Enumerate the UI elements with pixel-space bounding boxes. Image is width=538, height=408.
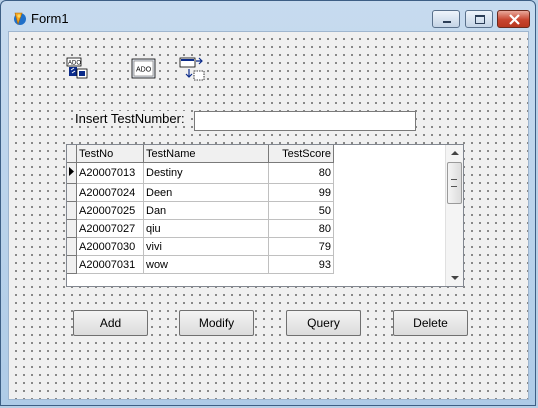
row-indicator — [67, 201, 77, 220]
row-indicator — [67, 255, 77, 274]
ado-connection-icon[interactable]: ADO — [66, 56, 92, 82]
cell-testname[interactable]: qiu — [143, 219, 269, 238]
cell-testscore[interactable]: 50 — [268, 201, 334, 220]
row-indicator — [67, 162, 77, 184]
grid-header-row: TestNo TestName TestScore — [67, 145, 334, 163]
table-row[interactable]: A20007027 qiu 80 — [67, 219, 334, 238]
testnumber-input[interactable] — [194, 111, 416, 131]
table-row[interactable]: A20007030 vivi 79 — [67, 237, 334, 256]
maximize-button[interactable] — [465, 10, 493, 28]
cell-testno[interactable]: A20007030 — [76, 237, 144, 256]
form-client-area: ADO ADO Insert TestNumber: TestNo TestNa… — [8, 31, 529, 400]
insert-testnumber-label: Insert TestNumber: — [73, 111, 187, 126]
ado-table-icon[interactable]: ADO — [131, 56, 157, 82]
title-bar[interactable]: Form1 — [1, 1, 537, 31]
cell-testno[interactable]: A20007031 — [76, 255, 144, 274]
svg-text:ADO: ADO — [136, 67, 152, 74]
delphi-app-icon — [14, 12, 26, 25]
form1-window: Form1 ADO ADO Insert TestNumber: TestNo … — [0, 0, 536, 406]
query-button[interactable]: Query — [286, 310, 361, 336]
cell-testno[interactable]: A20007027 — [76, 219, 144, 238]
cell-testscore[interactable]: 79 — [268, 237, 334, 256]
add-button[interactable]: Add — [73, 310, 148, 336]
cell-testno[interactable]: A20007024 — [76, 183, 144, 202]
column-header-testno[interactable]: TestNo — [76, 145, 144, 163]
table-row[interactable]: A20007024 Deen 99 — [67, 183, 334, 202]
svg-text:ADO: ADO — [68, 61, 81, 67]
scroll-up-arrow-icon[interactable] — [451, 151, 459, 155]
table-row[interactable]: A20007031 wow 93 — [67, 255, 334, 274]
cell-testscore[interactable]: 80 — [268, 219, 334, 238]
row-indicator — [67, 219, 77, 238]
cell-testname[interactable]: Dan — [143, 201, 269, 220]
cell-testscore[interactable]: 99 — [268, 183, 334, 202]
window-title: Form1 — [31, 11, 69, 26]
row-indicator — [67, 183, 77, 202]
close-button[interactable] — [497, 10, 530, 28]
minimize-button[interactable] — [432, 10, 460, 28]
cell-testname[interactable]: Deen — [143, 183, 269, 202]
column-header-testname[interactable]: TestName — [143, 145, 269, 163]
row-indicator — [67, 237, 77, 256]
grid-table: TestNo TestName TestScore A20007013 Dest… — [67, 145, 334, 274]
cell-testname[interactable]: vivi — [143, 237, 269, 256]
cell-testscore[interactable]: 80 — [268, 162, 334, 184]
modify-button[interactable]: Modify — [179, 310, 254, 336]
delete-button[interactable]: Delete — [393, 310, 468, 336]
datasource-icon[interactable] — [179, 56, 205, 82]
scroll-thumb[interactable] — [447, 162, 462, 204]
header-indicator-cell — [67, 145, 77, 163]
cell-testscore[interactable]: 93 — [268, 255, 334, 274]
cell-testno[interactable]: A20007013 — [76, 162, 144, 184]
cell-testno[interactable]: A20007025 — [76, 201, 144, 220]
table-row[interactable]: A20007013 Destiny 80 — [67, 162, 334, 184]
scroll-down-arrow-icon[interactable] — [451, 276, 459, 280]
current-row-arrow-icon — [69, 167, 74, 176]
cell-testname[interactable]: wow — [143, 255, 269, 274]
grid-vertical-scrollbar[interactable] — [445, 145, 463, 286]
table-row[interactable]: A20007025 Dan 50 — [67, 201, 334, 220]
column-header-testscore[interactable]: TestScore — [268, 145, 334, 163]
cell-testname[interactable]: Destiny — [143, 162, 269, 184]
test-score-grid[interactable]: TestNo TestName TestScore A20007013 Dest… — [66, 144, 464, 287]
close-icon — [509, 14, 520, 25]
